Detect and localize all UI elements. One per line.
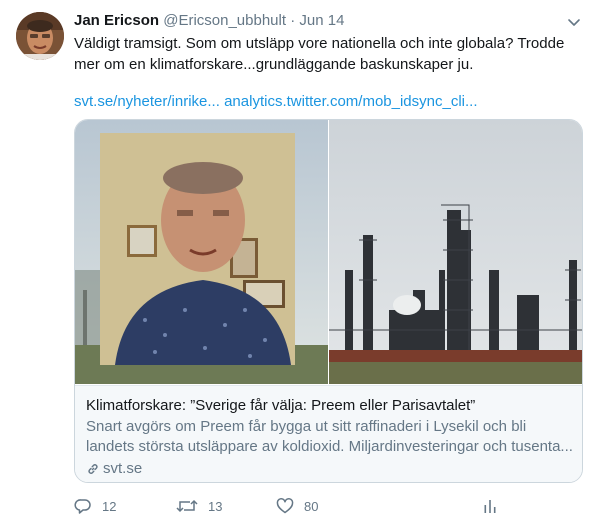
tweet-actions: 12 13 80 xyxy=(74,494,574,518)
card-body: Klimatforskare: ”Sverige får välja: Pree… xyxy=(75,385,582,482)
chevron-down-icon[interactable] xyxy=(566,14,582,30)
tweet-links: svt.se/nyheter/inrike... analytics.twitt… xyxy=(74,91,478,112)
card-description-line: Snart avgörs om Preem får bygga ut sitt … xyxy=(86,418,527,435)
like-button[interactable]: 80 xyxy=(276,494,318,518)
analytics-icon xyxy=(484,500,496,513)
avatar[interactable] xyxy=(16,12,64,60)
tweet-header: Jan Ericson @Ericson_ubbhult · Jun 14 xyxy=(74,11,344,31)
card-description-line: landets största utsläppare av koldioxid.… xyxy=(86,438,573,455)
tweet-text-line: mer om en klimatforskare...grundläggande… xyxy=(74,56,474,73)
retweet-count: 13 xyxy=(208,498,223,514)
like-icon xyxy=(276,498,294,514)
card-domain-text: svt.se xyxy=(103,460,143,477)
reply-button[interactable]: 12 xyxy=(74,494,116,518)
card-domain: svt.se xyxy=(86,459,142,479)
reply-icon xyxy=(74,499,91,514)
card-image-refinery xyxy=(329,120,582,384)
card-description: Snart avgörs om Preem får bygga ut sitt … xyxy=(86,417,576,457)
link-card[interactable]: Klimatforskare: ”Sverige får välja: Pree… xyxy=(74,119,583,483)
link-analytics[interactable]: analytics.twitter.com/mob_idsync_cli... xyxy=(224,93,477,110)
tweet-date[interactable]: Jun 14 xyxy=(299,12,344,29)
reply-count: 12 xyxy=(102,498,117,514)
card-image-person xyxy=(75,120,328,384)
tweet-text-line: Väldigt tramsigt. Som om utsläpp vore na… xyxy=(74,35,565,52)
author-handle[interactable]: @Ericson_ubbhult xyxy=(163,12,286,29)
link-icon xyxy=(88,464,98,474)
analytics-button[interactable] xyxy=(481,494,509,518)
author-name[interactable]: Jan Ericson xyxy=(74,12,159,29)
retweet-button[interactable]: 13 xyxy=(176,494,222,518)
like-count: 80 xyxy=(304,498,319,514)
card-title: Klimatforskare: ”Sverige får välja: Pree… xyxy=(86,397,476,414)
tweet-text: Väldigt tramsigt. Som om utsläpp vore na… xyxy=(74,33,574,75)
link-svt[interactable]: svt.se/nyheter/inrike... xyxy=(74,93,220,110)
retweet-icon xyxy=(176,499,198,513)
separator-dot: · xyxy=(290,12,296,29)
